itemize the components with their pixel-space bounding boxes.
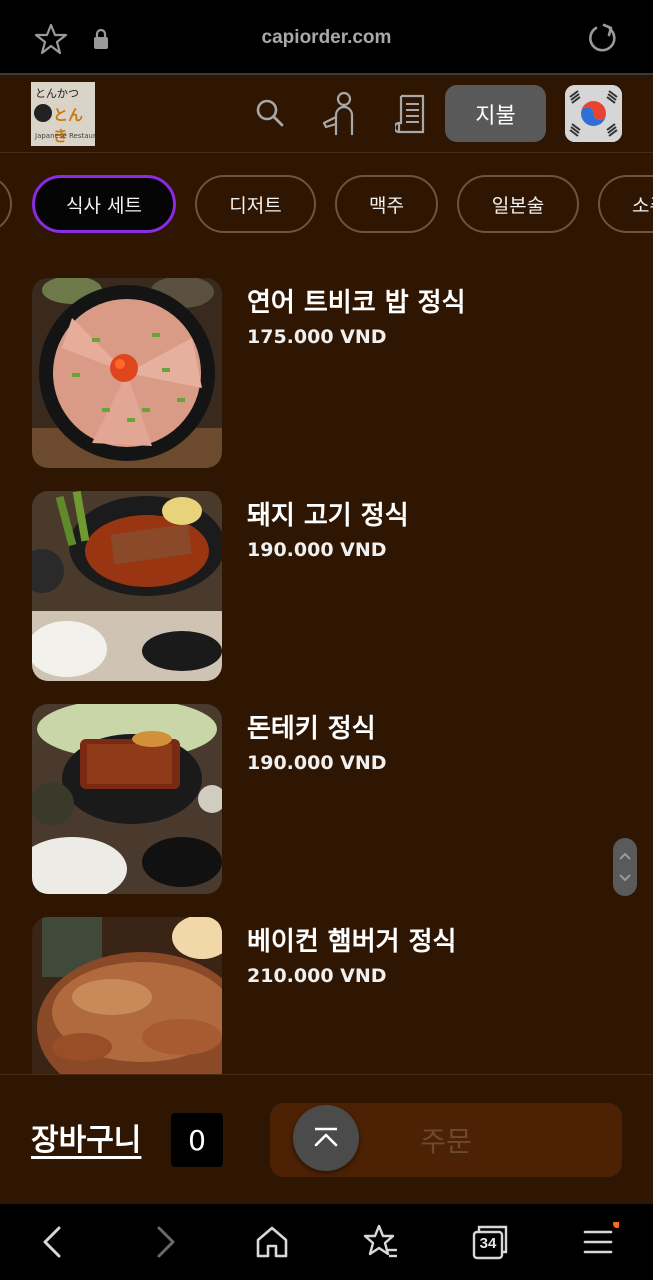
item-name[interactable]: 돈테키 정식 xyxy=(247,708,376,745)
food-image[interactable] xyxy=(32,278,222,468)
forward-icon[interactable] xyxy=(145,1222,185,1262)
scroll-handle[interactable] xyxy=(613,838,637,896)
bill-icon[interactable] xyxy=(395,93,427,135)
cart-bar: 장바구니 0 주문 xyxy=(0,1074,653,1204)
restaurant-logo[interactable]: とんかつ とんき Japanese Restaurant xyxy=(31,82,95,146)
bookmarks-icon[interactable] xyxy=(361,1222,401,1262)
item-name[interactable]: 베이컨 햄버거 정식 xyxy=(247,921,456,958)
tabs-button[interactable]: 34 xyxy=(470,1222,510,1262)
menu-list: 연어 트비코 밥 정식 175.000 VND 돼지 고기 정식 190.000… xyxy=(0,253,653,1074)
browser-bottom-nav: 34 xyxy=(0,1204,653,1280)
home-icon[interactable] xyxy=(252,1222,292,1262)
logo-seal-icon xyxy=(34,104,52,122)
item-price: 190.000 VND xyxy=(247,539,387,561)
scroll-arrows-icon xyxy=(619,852,631,882)
category-chip-active[interactable]: 식사 세트 xyxy=(32,175,176,233)
food-image[interactable] xyxy=(32,704,222,894)
app-header: とんかつ とんき Japanese Restaurant 지불 xyxy=(0,75,653,153)
category-chip[interactable]: 디저트 xyxy=(195,175,316,233)
reload-icon[interactable] xyxy=(584,20,620,56)
item-price: 190.000 VND xyxy=(247,752,387,774)
category-chip[interactable] xyxy=(0,175,12,233)
browser-address-bar: capiorder.com xyxy=(0,0,653,75)
category-chip[interactable]: 소주 xyxy=(598,175,653,233)
pay-button[interactable]: 지불 xyxy=(445,85,546,142)
category-chip[interactable]: 일본술 xyxy=(457,175,579,233)
menu-item[interactable]: 베이컨 햄버거 정식 210.000 VND xyxy=(0,917,653,1074)
item-name[interactable]: 돼지 고기 정식 xyxy=(247,495,409,532)
search-icon[interactable] xyxy=(254,97,286,129)
cart-link[interactable]: 장바구니 xyxy=(31,1115,141,1159)
menu-item[interactable]: 연어 트비코 밥 정식 175.000 VND xyxy=(0,278,653,470)
item-price: 175.000 VND xyxy=(247,326,387,348)
food-image[interactable] xyxy=(32,491,222,681)
menu-item[interactable]: 돼지 고기 정식 190.000 VND xyxy=(0,491,653,683)
language-button[interactable] xyxy=(565,85,622,142)
food-image[interactable] xyxy=(32,917,222,1074)
url-text[interactable]: capiorder.com xyxy=(0,27,653,49)
item-name[interactable]: 연어 트비코 밥 정식 xyxy=(247,282,466,319)
back-icon[interactable] xyxy=(33,1222,73,1262)
menu-item[interactable]: 돈테키 정식 190.000 VND xyxy=(0,704,653,896)
cart-count-badge: 0 xyxy=(171,1113,223,1167)
item-price: 210.000 VND xyxy=(247,965,387,987)
category-chip[interactable]: 맥주 xyxy=(335,175,438,233)
tab-count: 34 xyxy=(479,1235,497,1252)
call-staff-icon[interactable] xyxy=(318,91,360,137)
scroll-top-icon xyxy=(314,1127,338,1147)
korea-flag-icon xyxy=(565,85,622,142)
category-tabs: 식사 세트 디저트 맥주 일본술 소주 xyxy=(0,153,653,253)
scroll-top-button[interactable] xyxy=(293,1105,359,1171)
menu-icon[interactable] xyxy=(579,1222,619,1262)
